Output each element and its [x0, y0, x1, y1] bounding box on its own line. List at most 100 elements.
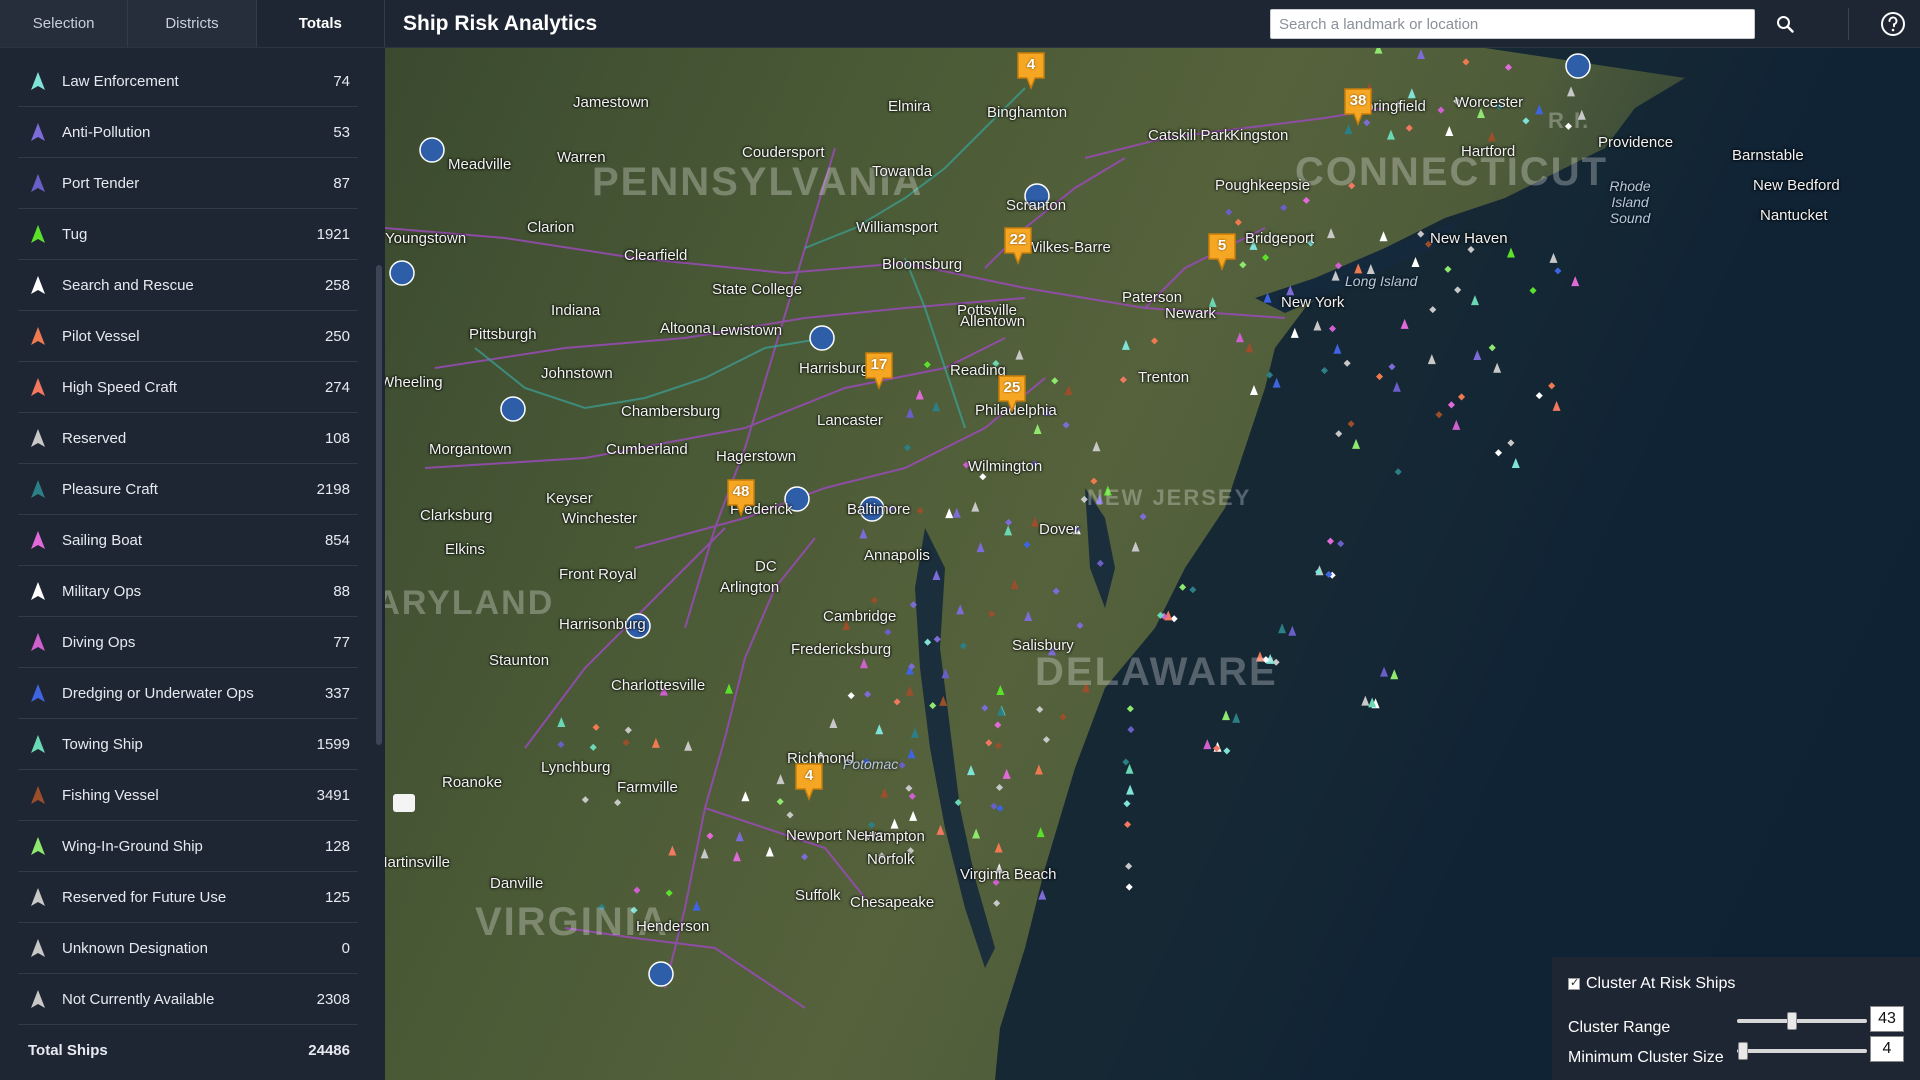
ship-marker[interactable]	[1437, 106, 1445, 114]
min-cluster-size-slider[interactable]	[1737, 1042, 1867, 1060]
ship-marker[interactable]	[633, 886, 641, 894]
ship-marker[interactable]	[923, 361, 931, 369]
ship-type-row[interactable]: Diving Ops 77	[18, 617, 358, 668]
ship-type-row[interactable]: Unknown Designation 0	[18, 923, 358, 974]
ship-marker[interactable]	[732, 851, 741, 862]
ship-marker[interactable]	[1005, 518, 1013, 526]
ship-marker[interactable]	[996, 685, 1005, 696]
ship-marker[interactable]	[1004, 525, 1013, 536]
ship-marker[interactable]	[557, 716, 566, 727]
ship-marker[interactable]	[864, 690, 872, 698]
ship-type-row[interactable]: Law Enforcement 74	[18, 56, 358, 107]
risk-cluster-marker[interactable]: 48	[725, 477, 757, 517]
ship-marker[interactable]	[1280, 204, 1288, 212]
ship-marker[interactable]	[684, 740, 693, 751]
ship-marker[interactable]	[994, 842, 1003, 853]
search-input[interactable]	[1270, 9, 1755, 39]
ship-type-row[interactable]: Fishing Vessel 3491	[18, 770, 358, 821]
ship-marker[interactable]	[776, 798, 784, 806]
ship-marker[interactable]	[581, 796, 589, 804]
ship-marker[interactable]	[1416, 49, 1425, 60]
ship-marker[interactable]	[614, 799, 622, 807]
cluster-range-slider[interactable]	[1737, 1012, 1867, 1030]
ship-marker[interactable]	[952, 507, 961, 518]
tab-totals[interactable]: Totals	[256, 0, 385, 47]
ship-marker[interactable]	[776, 774, 785, 785]
ship-type-row[interactable]: Port Tender 87	[18, 158, 358, 209]
cluster-checkbox[interactable]	[1568, 976, 1580, 990]
ship-marker[interactable]	[1034, 764, 1043, 775]
ship-marker[interactable]	[1225, 208, 1233, 216]
risk-cluster-marker[interactable]: 17	[863, 350, 895, 390]
ship-marker[interactable]	[932, 401, 941, 412]
ship-marker[interactable]	[829, 717, 838, 728]
ship-marker[interactable]	[724, 683, 733, 694]
ship-type-row[interactable]: Pleasure Craft 2198	[18, 464, 358, 515]
cluster-toggle[interactable]: Cluster At Risk Ships	[1568, 975, 1735, 993]
ship-marker[interactable]	[1139, 513, 1147, 521]
ship-marker[interactable]	[956, 604, 965, 615]
ship-type-row[interactable]: Sailing Boat 854	[18, 515, 358, 566]
ship-marker[interactable]	[904, 444, 912, 452]
ship-type-row[interactable]: Anti-Pollution 53	[18, 107, 358, 158]
ship-marker[interactable]	[665, 889, 673, 897]
ship-marker[interactable]	[700, 848, 709, 859]
ship-marker[interactable]	[1064, 385, 1073, 396]
ship-marker[interactable]	[907, 748, 916, 759]
ship-marker[interactable]	[624, 726, 632, 734]
ship-marker[interactable]	[1405, 124, 1413, 132]
risk-cluster-marker[interactable]: 38	[1342, 86, 1374, 126]
ship-marker[interactable]	[1239, 261, 1247, 269]
ship-marker[interactable]	[959, 642, 967, 650]
ship-marker[interactable]	[1234, 218, 1242, 226]
ship-marker[interactable]	[981, 704, 989, 712]
ship-marker[interactable]	[765, 846, 774, 857]
ship-marker[interactable]	[893, 698, 901, 706]
ship-marker[interactable]	[972, 828, 981, 839]
ship-type-row[interactable]: Wing-In-Ground Ship 128	[18, 821, 358, 872]
ship-marker[interactable]	[994, 742, 1002, 750]
ship-marker[interactable]	[995, 783, 1004, 792]
ship-marker[interactable]	[1119, 376, 1127, 384]
ship-marker[interactable]	[994, 721, 1002, 729]
ship-marker[interactable]	[908, 792, 916, 800]
risk-cluster-marker[interactable]: 22	[1002, 225, 1034, 265]
ship-marker[interactable]	[557, 740, 565, 749]
ship-marker[interactable]	[905, 784, 913, 792]
ship-marker[interactable]	[996, 804, 1004, 812]
ship-marker[interactable]	[1090, 477, 1098, 485]
ship-marker[interactable]	[1002, 768, 1011, 779]
ship-marker[interactable]	[1235, 332, 1244, 343]
ship-marker[interactable]	[786, 811, 794, 819]
ship-marker[interactable]	[1462, 58, 1470, 66]
ship-marker[interactable]	[622, 739, 630, 747]
ship-marker[interactable]	[651, 737, 660, 748]
ship-type-row[interactable]: Dredging or Underwater Ops 337	[18, 668, 358, 719]
ship-marker[interactable]	[1386, 129, 1395, 140]
ship-marker[interactable]	[1092, 441, 1101, 452]
cluster-range-value[interactable]: 43	[1870, 1006, 1904, 1032]
min-cluster-size-value[interactable]: 4	[1870, 1036, 1904, 1062]
ship-marker[interactable]	[1059, 713, 1067, 721]
ship-marker[interactable]	[1567, 86, 1576, 97]
ship-marker[interactable]	[988, 610, 996, 618]
ship-marker[interactable]	[1030, 516, 1039, 527]
ship-type-row[interactable]: Military Ops 88	[18, 566, 358, 617]
ship-marker[interactable]	[1407, 88, 1416, 99]
ship-type-row[interactable]: Tug 1921	[18, 209, 358, 260]
ship-marker[interactable]	[875, 724, 884, 735]
ship-marker[interactable]	[1245, 342, 1254, 353]
map-view[interactable]: PENNSYLVANIA CONNECTICUT NEW JERSEY DELA…	[385, 48, 1920, 1080]
ship-marker[interactable]	[1249, 384, 1258, 395]
sidebar-scrollbar[interactable]	[376, 265, 382, 745]
ship-type-row[interactable]: Towing Ship 1599	[18, 719, 358, 770]
ship-marker[interactable]	[916, 507, 924, 515]
ship-marker[interactable]	[1131, 541, 1140, 552]
ship-marker[interactable]	[1010, 579, 1019, 590]
ship-marker[interactable]	[1327, 228, 1336, 239]
ship-marker[interactable]	[971, 501, 980, 512]
ship-marker[interactable]	[592, 723, 600, 731]
ship-marker[interactable]	[1150, 337, 1159, 345]
tab-selection[interactable]: Selection	[0, 0, 129, 47]
ship-marker[interactable]	[1036, 705, 1044, 714]
